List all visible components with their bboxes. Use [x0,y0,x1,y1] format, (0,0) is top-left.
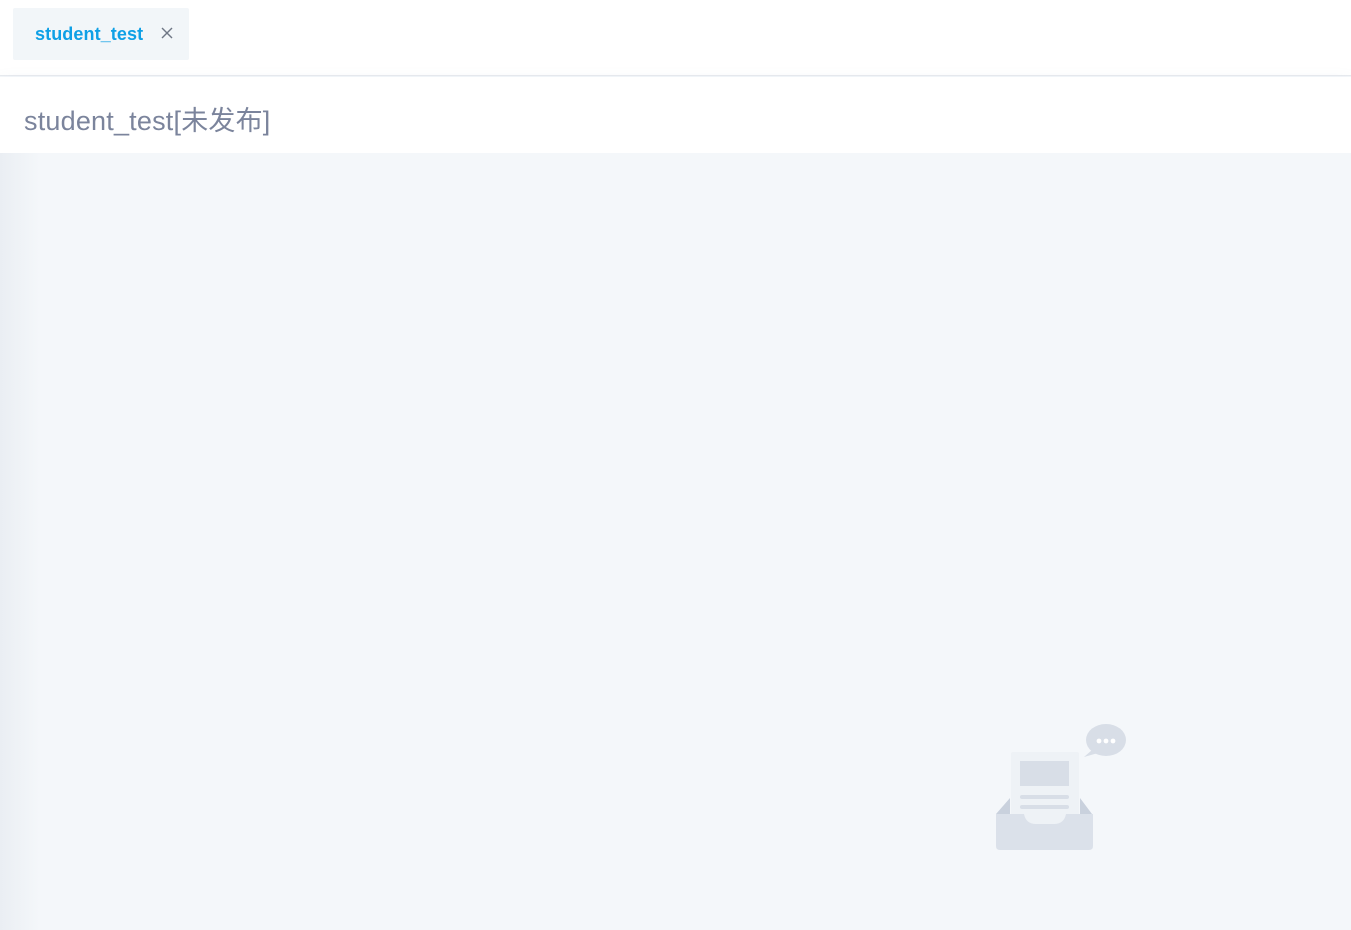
close-icon[interactable] [160,26,174,40]
page-title: student_test[未发布] [24,106,271,136]
content-area [0,153,1351,930]
empty-inbox-icon [984,720,1134,860]
page-header: student_test[未发布] [0,77,1351,153]
tab-label: student_test [35,23,144,44]
tab-bar: student_test [0,0,1351,76]
tab-student-test[interactable]: student_test [13,8,189,60]
